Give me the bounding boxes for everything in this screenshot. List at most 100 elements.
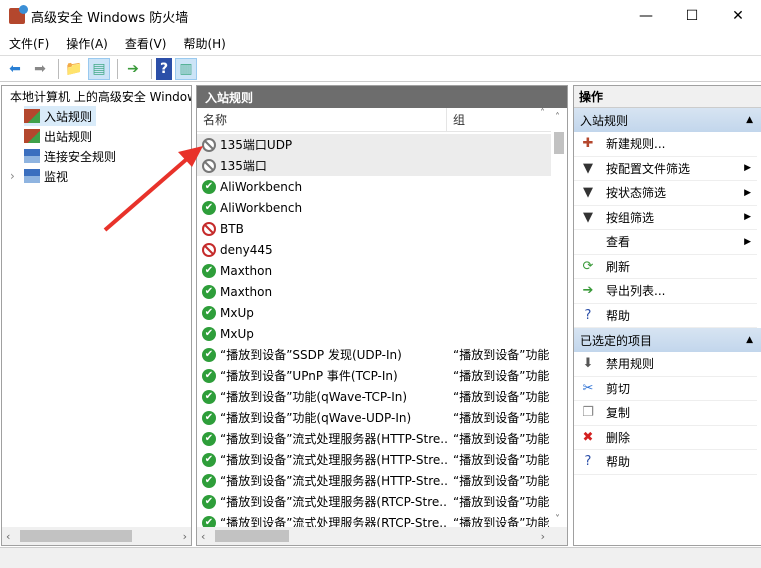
minimize-button[interactable]: — <box>623 0 669 32</box>
scroll-right-icon[interactable]: › <box>541 530 545 543</box>
rule-name-cell: ✔ “播放到设备”流式处理服务器(HTTP-Stre... <box>197 430 447 447</box>
disable-icon: ⬇ <box>582 356 594 372</box>
tree-item-label: 入站规则 <box>44 109 93 124</box>
action-item[interactable]: ➔ 导出列表... <box>574 279 757 304</box>
sort-up-icon: ˄ <box>540 108 545 119</box>
action-item[interactable]: ? 帮助 <box>574 450 757 475</box>
outbound-rules-icon <box>24 129 40 143</box>
forward-icon[interactable]: ➡ <box>29 58 51 80</box>
section-selected-items[interactable]: 已选定的项目 ▲ <box>574 328 761 352</box>
tree-item-outbound-rules[interactable]: 出站规则 <box>2 126 191 146</box>
disabled-rule-icon <box>202 158 216 173</box>
action-item[interactable]: ? 帮助 <box>574 304 757 328</box>
scroll-up-icon[interactable]: ˄ <box>555 112 560 123</box>
menu-help[interactable]: 帮助(H) <box>174 35 233 52</box>
rule-row[interactable]: deny445 <box>197 239 551 260</box>
tree-root[interactable]: 本地计算机 上的高级安全 Windows <box>2 86 191 106</box>
section-title: 入站规则 <box>580 113 629 128</box>
scroll-left-icon[interactable]: ‹ <box>6 530 10 543</box>
column-header-group[interactable]: 组 <box>447 111 465 128</box>
rule-row[interactable]: ✔ AliWorkbench <box>197 176 551 197</box>
menu-action[interactable]: 操作(A) <box>57 35 116 52</box>
rule-name: “播放到设备”流式处理服务器(HTTP-Stre... <box>220 453 447 467</box>
tree-item-inbound-rules[interactable]: 入站规则 <box>24 106 96 126</box>
rule-row[interactable]: ✔ MxUp <box>197 323 551 344</box>
submenu-arrow-icon: ▶ <box>744 187 751 198</box>
tree-item-connection-security-rules[interactable]: 连接安全规则 <box>2 146 191 166</box>
action-item[interactable]: ⟳ 刷新 <box>574 255 757 279</box>
rule-name: “播放到设备”流式处理服务器(HTTP-Stre... <box>220 432 447 446</box>
rule-row[interactable]: ✔ “播放到设备”流式处理服务器(HTTP-Stre... “播放到设备”功能 <box>197 449 551 470</box>
rule-group: “播放到设备”功能 <box>453 495 550 509</box>
section-inbound-rules[interactable]: 入站规则 ▲ <box>574 108 761 132</box>
rules-horizontal-scrollbar[interactable]: ‹ › <box>197 527 567 545</box>
rule-row[interactable]: ✔ Maxthon <box>197 260 551 281</box>
toolbar-separator <box>58 58 59 79</box>
column-header-name[interactable]: 名称 <box>197 108 447 131</box>
collapse-icon[interactable]: ▲ <box>746 115 753 125</box>
action-item[interactable]: ✚ 新建规则... <box>574 132 757 157</box>
rule-name-cell: deny445 <box>197 242 447 257</box>
rule-row[interactable]: ✔ “播放到设备”SSDP 发现(UDP-In) “播放到设备”功能 <box>197 344 551 365</box>
cut-icon: ✂ <box>582 380 594 396</box>
action-item[interactable]: ✂ 剪切 <box>574 377 757 401</box>
tree-item-monitoring[interactable]: › 监视 <box>2 166 191 186</box>
scroll-left-icon[interactable]: ‹ <box>201 530 205 543</box>
menu-bar: 文件(F) 操作(A) 查看(V) 帮助(H) <box>0 32 761 54</box>
rule-row[interactable]: ✔ “播放到设备”功能(qWave-UDP-In) “播放到设备”功能 <box>197 407 551 428</box>
toolbar-separator <box>151 58 152 79</box>
rule-row[interactable]: BTB <box>197 218 551 239</box>
scroll-down-icon[interactable]: ˅ <box>555 514 560 525</box>
expand-chevron-icon[interactable]: › <box>10 169 24 183</box>
scroll-thumb[interactable] <box>554 132 564 154</box>
rule-row[interactable]: ✔ “播放到设备”流式处理服务器(HTTP-Stre... “播放到设备”功能 <box>197 428 551 449</box>
rule-name: BTB <box>220 221 244 236</box>
rule-row[interactable]: ✔ “播放到设备”流式处理服务器(HTTP-Stre... “播放到设备”功能 <box>197 470 551 491</box>
collapse-icon[interactable]: ▲ <box>746 335 753 345</box>
action-item[interactable]: ▼ 按组筛选 ▶ <box>574 206 757 230</box>
scroll-thumb[interactable] <box>215 530 289 542</box>
rule-row[interactable]: ✔ MxUp <box>197 302 551 323</box>
filter-icon: ▼ <box>583 185 593 201</box>
action-item[interactable]: ⬇ 禁用规则 <box>574 352 757 377</box>
menu-file[interactable]: 文件(F) <box>0 35 57 52</box>
menu-view[interactable]: 查看(V) <box>116 35 175 52</box>
left-horizontal-scrollbar[interactable]: ‹ › <box>2 527 191 545</box>
rule-row[interactable]: ✔ “播放到设备”功能(qWave-TCP-In) “播放到设备”功能 <box>197 386 551 407</box>
rule-name: “播放到设备”流式处理服务器(RTCP-Stre... <box>220 495 447 509</box>
action-item[interactable]: 查看 ▶ <box>574 230 757 255</box>
rule-name-cell: ✔ “播放到设备”功能(qWave-UDP-In) <box>197 409 447 426</box>
toolbar: ⬅ ➡ 📁 ▤ ➔ ? ▥ <box>0 55 761 82</box>
rule-row[interactable]: ✔ AliWorkbench <box>197 197 551 218</box>
action-item[interactable]: ▼ 按配置文件筛选 ▶ <box>574 157 757 181</box>
rule-row[interactable]: 135端口UDP <box>197 134 551 155</box>
rules-vertical-scrollbar[interactable]: ˄ ˅ <box>551 110 567 527</box>
action-item[interactable]: ▼ 按状态筛选 ▶ <box>574 181 757 206</box>
rule-row[interactable]: ✔ Maxthon <box>197 281 551 302</box>
copy-icon: ❐ <box>582 405 594 421</box>
scroll-right-icon[interactable]: › <box>183 530 187 543</box>
rule-row[interactable]: ✔ “播放到设备”UPnP 事件(TCP-In) “播放到设备”功能 <box>197 365 551 386</box>
rule-name-cell: ✔ “播放到设备”流式处理服务器(HTTP-Stre... <box>197 472 447 489</box>
back-icon[interactable]: ⬅ <box>4 58 26 80</box>
maximize-button[interactable]: ☐ <box>669 0 715 32</box>
up-folder-icon[interactable]: 📁 <box>63 58 85 80</box>
rule-row[interactable]: ✔ “播放到设备”流式处理服务器(RTCP-Stre... “播放到设备”功能 <box>197 491 551 512</box>
tree-item-label: 出站规则 <box>44 129 93 144</box>
help-icon: ? <box>584 307 592 323</box>
action-label: 禁用规则 <box>606 357 655 372</box>
export-list-icon[interactable]: ➔ <box>122 58 144 80</box>
action-item[interactable]: ✖ 删除 <box>574 426 757 450</box>
show-hide-action-pane-icon[interactable]: ▥ <box>175 57 197 80</box>
action-item[interactable]: ❐ 复制 <box>574 401 757 426</box>
actions-pane: 操作 入站规则 ▲ ✚ 新建规则... ▼ 按配置文件筛选 ▶ ▼ 按状态筛选 ▶ ▼ 按组筛选 ▶… <box>573 85 761 546</box>
rule-name-cell: ✔ MxUp <box>197 326 447 341</box>
rule-row[interactable]: 135端口 <box>197 155 551 176</box>
show-hide-tree-icon[interactable]: ▤ <box>88 57 110 80</box>
action-label: 查看 <box>606 235 631 250</box>
rule-name: “播放到设备”UPnP 事件(TCP-In) <box>220 369 398 383</box>
scroll-thumb[interactable] <box>20 530 132 542</box>
rule-name-cell: ✔ “播放到设备”SSDP 发现(UDP-In) <box>197 346 447 363</box>
close-button[interactable]: ✕ <box>715 0 761 32</box>
help-icon[interactable]: ? <box>156 57 172 80</box>
